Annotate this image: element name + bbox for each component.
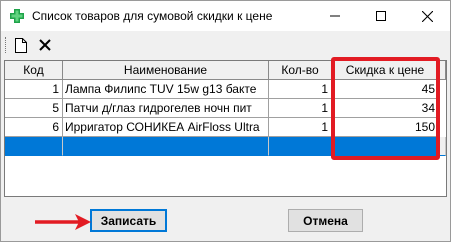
cell-name[interactable]: Патчи д/глаз гидрогелев ночн пит (63, 99, 269, 118)
maximize-icon[interactable] (358, 1, 404, 31)
column-header-qty[interactable]: Кол-во (269, 61, 332, 80)
selected-empty-row[interactable] (5, 137, 446, 156)
products-grid[interactable]: Код Наименование Кол-во Скидка к цене 1 … (4, 60, 447, 197)
close-icon[interactable] (404, 1, 450, 31)
cell-qty[interactable]: 1 (269, 118, 332, 137)
cell-code[interactable]: 1 (5, 80, 63, 99)
cell-discount[interactable]: 150 (332, 118, 439, 137)
minimize-icon[interactable] (312, 1, 358, 31)
cell-qty[interactable] (269, 137, 332, 156)
window-title: Список товаров для сумовой скидки к цене (32, 9, 273, 23)
cell-qty[interactable]: 1 (269, 80, 332, 99)
delete-x-icon[interactable] (35, 35, 55, 55)
column-header-code[interactable]: Код (5, 61, 63, 80)
table-row[interactable]: 6 Ирригатор СОНИКЕА AirFloss Ultra 1 150 (5, 118, 446, 137)
column-header-discount[interactable]: Скидка к цене (332, 61, 439, 80)
cell-code[interactable]: 5 (5, 99, 63, 118)
cell-discount[interactable]: 34 (332, 99, 439, 118)
row-filler (439, 137, 446, 156)
save-button[interactable]: Записать (90, 209, 167, 232)
cell-name[interactable] (63, 137, 269, 156)
column-header-name[interactable]: Наименование (63, 61, 269, 80)
grid-header: Код Наименование Кол-во Скидка к цене (5, 61, 446, 80)
cell-name[interactable]: Ирригатор СОНИКЕА AirFloss Ultra (63, 118, 269, 137)
table-row[interactable]: 1 Лампа Филипс TUV 15w g13 бакте 1 45 (5, 80, 446, 99)
table-row[interactable]: 5 Патчи д/глаз гидрогелев ночн пит 1 34 (5, 99, 446, 118)
cell-discount[interactable] (332, 137, 439, 156)
cell-code[interactable]: 6 (5, 118, 63, 137)
toolbar (1, 32, 450, 58)
pointer-arrow-icon (33, 214, 91, 233)
column-header-filler (439, 61, 446, 80)
cell-qty[interactable]: 1 (269, 99, 332, 118)
cancel-button[interactable]: Отмена (288, 209, 363, 232)
app-window: Список товаров для сумовой скидки к цене… (0, 0, 451, 242)
cell-discount[interactable]: 45 (332, 80, 439, 99)
green-cross-app-icon (9, 8, 25, 24)
new-document-icon[interactable] (11, 35, 31, 55)
cell-name[interactable]: Лампа Филипс TUV 15w g13 бакте (63, 80, 269, 99)
cell-code[interactable] (5, 137, 63, 156)
title-bar[interactable]: Список товаров для сумовой скидки к цене (1, 1, 450, 31)
toolbar-grip (5, 37, 7, 53)
